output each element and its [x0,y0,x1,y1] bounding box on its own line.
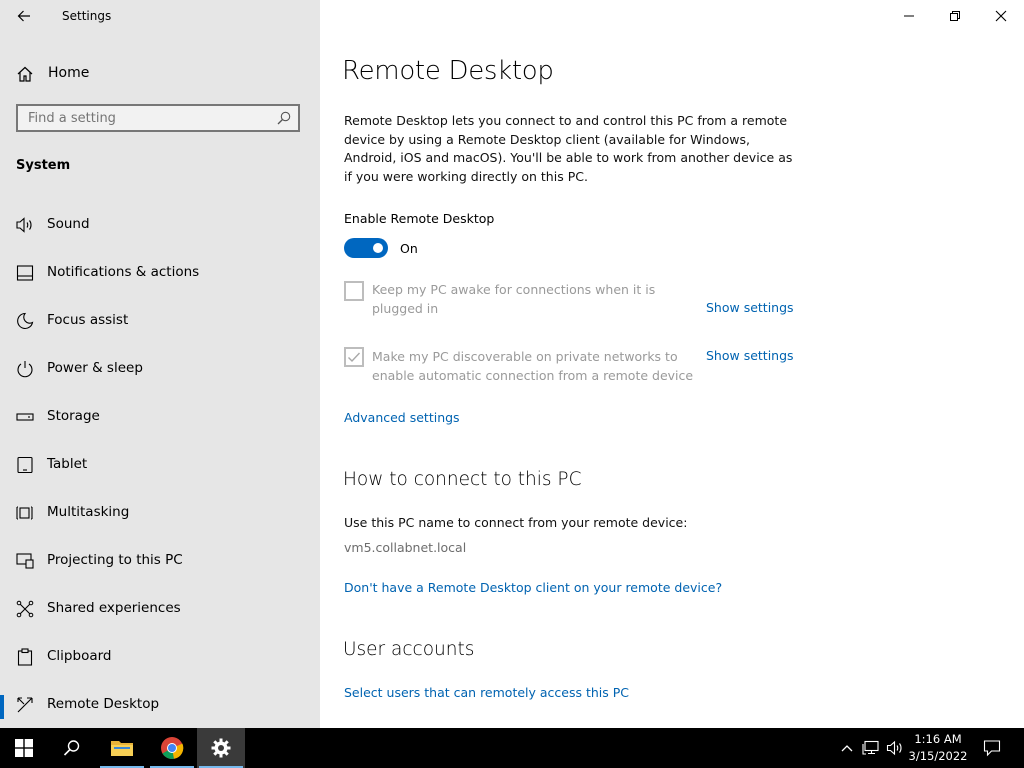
file-explorer-button[interactable] [98,728,146,768]
search-taskbar-button[interactable] [48,728,96,768]
sidebar-item-tablet[interactable]: Tablet [0,443,320,487]
sidebar-item-shared-experiences[interactable]: Shared experiences [0,587,320,631]
taskbar-clock[interactable]: 1:16 AM 3/15/2022 [900,731,976,765]
back-arrow-icon [17,10,30,22]
sidebar-item-label: Notifications & actions [47,264,200,280]
description-text: Remote Desktop lets you connect to and c… [344,113,793,184]
action-center-button[interactable] [978,728,1006,768]
close-icon [995,10,1007,22]
sidebar-item-label: Shared experiences [47,600,181,616]
taskbar: 1:16 AM 3/15/2022 [0,728,1024,768]
section-title: System [16,158,71,173]
remote-client-link[interactable]: Don't have a Remote Desktop client on yo… [344,580,722,595]
sidebar-item-focus-assist[interactable]: Focus assist [0,299,320,343]
sidebar-item-sound[interactable]: Sound [0,203,320,247]
user-accounts-heading: User accounts [343,639,475,660]
connect-heading: How to connect to this PC [343,469,582,490]
sidebar-item-label: Storage [47,408,100,424]
sidebar-item-label: Projecting to this PC [47,552,183,568]
sidebar-item-notifications[interactable]: Notifications & actions [0,251,320,295]
discoverable-checkbox[interactable] [344,347,364,367]
search-icon[interactable] [276,110,292,126]
sidebar-item-label: Remote Desktop [47,696,160,712]
search-box[interactable] [16,104,300,132]
storage-icon [16,413,34,421]
notification-icon [983,740,1001,757]
restore-button[interactable] [932,0,978,32]
speaker-icon [16,217,32,233]
chrome-button[interactable] [148,728,196,768]
sidebar-item-label: Sound [47,216,90,232]
tablet-icon [17,456,33,474]
moon-icon [17,312,34,329]
sidebar-item-power-sleep[interactable]: Power & sleep [0,347,320,391]
keep-awake-label: Keep my PC awake for connections when it… [372,282,656,316]
sidebar-item-multitasking[interactable]: Multitasking [0,491,320,535]
sidebar-item-label: Multitasking [47,504,130,520]
multitasking-icon [16,506,33,520]
sidebar-item-storage[interactable]: Storage [0,395,320,439]
page-title: Remote Desktop [342,56,554,86]
minimize-button[interactable] [886,0,932,32]
power-icon [17,361,33,378]
sidebar-item-label: Tablet [47,456,88,472]
sidebar-item-label: Focus assist [47,312,129,328]
settings-taskbar-button[interactable] [197,728,245,768]
back-button[interactable] [12,4,36,28]
sidebar-item-label: Clipboard [47,648,112,664]
start-button[interactable] [0,728,48,768]
sidebar-item-label: Power & sleep [47,360,143,376]
projecting-icon [16,553,34,569]
keep-awake-show-settings-link[interactable]: Show settings [706,300,794,315]
window-title: Settings [62,9,112,23]
advanced-settings-link[interactable]: Advanced settings [344,410,460,425]
chrome-icon [161,737,184,759]
toggle-knob [373,243,383,253]
active-indicator [0,695,4,719]
connect-instructions: Use this PC name to connect from your re… [344,515,688,530]
select-users-link[interactable]: Select users that can remotely access th… [344,685,629,700]
clock-time: 1:16 AM [914,732,962,746]
clipboard-icon [17,648,33,666]
sidebar: Settings Home System Sound Notifications… [0,0,320,728]
home-icon [17,66,33,82]
sidebar-home-label: Home [48,65,90,81]
keep-awake-checkbox[interactable] [344,281,364,301]
chevron-up-icon [841,745,853,752]
checkmark-icon [348,352,361,363]
network-button[interactable] [860,728,882,768]
restore-icon [950,11,960,21]
network-icon [862,740,879,755]
enable-remote-desktop-toggle[interactable] [344,238,388,258]
notifications-icon [16,265,34,281]
sidebar-home[interactable]: Home [0,58,320,88]
enable-remote-desktop-label: Enable Remote Desktop [344,211,495,226]
sidebar-item-clipboard[interactable]: Clipboard [0,635,320,679]
minimize-icon [904,15,914,17]
gear-icon [211,738,231,758]
search-input[interactable] [18,106,268,130]
windows-logo-icon [15,739,33,757]
discoverable-show-settings-link[interactable]: Show settings [706,348,794,363]
toggle-state-text: On [400,241,418,256]
pc-name: vm5.collabnet.local [344,540,467,555]
shared-experiences-icon [16,600,34,618]
remote-desktop-icon [17,697,33,713]
search-icon [63,740,80,756]
discoverable-label: Make my PC discoverable on private netwo… [372,349,694,383]
folder-icon [111,741,133,756]
close-button[interactable] [978,0,1024,32]
sidebar-item-projecting[interactable]: Projecting to this PC [0,539,320,583]
show-hidden-icons-button[interactable] [836,728,858,768]
sidebar-item-remote-desktop[interactable]: Remote Desktop [0,683,320,727]
clock-date: 3/15/2022 [908,749,968,763]
